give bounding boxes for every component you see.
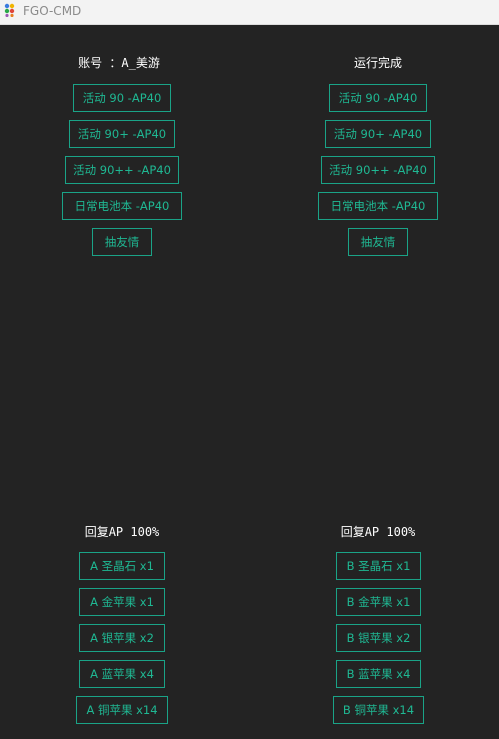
silver-apple-button-a[interactable]: A 银苹果 x2 (79, 624, 165, 652)
event-90plusplus-button-left[interactable]: 活动 90++ -AP40 (65, 156, 179, 184)
daily-battery-button-right[interactable]: 日常电池本 -AP40 (318, 192, 438, 220)
blue-apple-button-a[interactable]: A 蓝苹果 x4 (79, 660, 165, 688)
saint-quartz-button-b[interactable]: B 圣晶石 x1 (336, 552, 421, 580)
gold-apple-button-a[interactable]: A 金苹果 x1 (79, 588, 165, 616)
window-title: FGO-CMD (23, 4, 82, 18)
app-icon (4, 3, 15, 17)
recover-ap-label-left: 回复AP 100% (84, 525, 160, 539)
copper-apple-button-b[interactable]: B 铜苹果 x14 (333, 696, 424, 724)
copper-apple-button-a[interactable]: A 铜苹果 x14 (76, 696, 168, 724)
silver-apple-button-b[interactable]: B 银苹果 x2 (336, 624, 421, 652)
friend-gacha-button-left[interactable]: 抽友情 (92, 228, 152, 256)
daily-battery-button-left[interactable]: 日常电池本 -AP40 (62, 192, 182, 220)
title-bar: FGO-CMD (0, 0, 499, 25)
blue-apple-button-b[interactable]: B 蓝苹果 x4 (336, 660, 421, 688)
event-90-button-right[interactable]: 活动 90 -AP40 (329, 84, 427, 112)
recover-ap-label-right: 回复AP 100% (340, 525, 416, 539)
run-status-label: 运行完成 (353, 56, 402, 70)
account-label: 账号 ：A_美游 (78, 56, 160, 70)
saint-quartz-button-a[interactable]: A 圣晶石 x1 (79, 552, 165, 580)
friend-gacha-button-right[interactable]: 抽友情 (348, 228, 408, 256)
event-90plusplus-button-right[interactable]: 活动 90++ -AP40 (321, 156, 435, 184)
event-90-button-left[interactable]: 活动 90 -AP40 (73, 84, 171, 112)
event-90plus-button-right[interactable]: 活动 90+ -AP40 (325, 120, 431, 148)
event-90plus-button-left[interactable]: 活动 90+ -AP40 (69, 120, 175, 148)
gold-apple-button-b[interactable]: B 金苹果 x1 (336, 588, 421, 616)
